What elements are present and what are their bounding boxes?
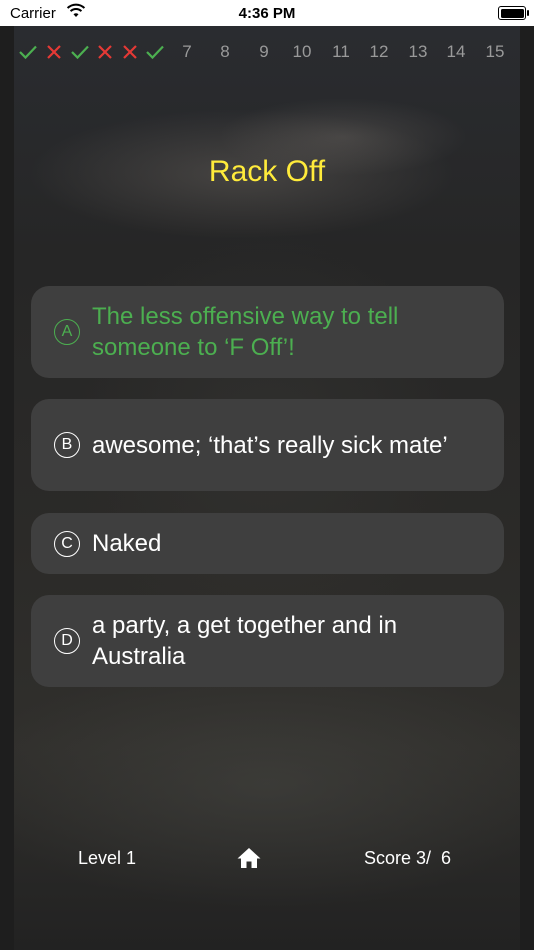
answer-option-b[interactable]: B awesome; ‘that’s really sick mate’ xyxy=(31,399,504,491)
question-number: 7 xyxy=(182,42,192,61)
correct-check-icon xyxy=(141,40,169,64)
question-number: 9 xyxy=(259,42,269,61)
question-title: Rack Off xyxy=(208,155,326,188)
question-number: 12 xyxy=(369,42,389,61)
status-bar: Carrier 4:36 PM xyxy=(0,0,534,26)
question-number: 10 xyxy=(292,42,312,61)
question-number: 14 xyxy=(446,42,466,61)
clock-time: 4:36 PM xyxy=(238,5,296,22)
option-c-badge: C xyxy=(54,530,80,557)
score-label: Score 3/ 6 xyxy=(364,848,452,868)
option-a-badge: A xyxy=(54,319,80,345)
battery-icon xyxy=(498,6,529,20)
question-number: 13 xyxy=(408,42,428,61)
option-b-badge: B xyxy=(54,432,80,458)
answer-text: awesome; ‘that’s really sick mate’ xyxy=(92,431,448,459)
question-number: 15 xyxy=(485,42,505,61)
answer-option-d[interactable]: D a party, a get together and in Austral… xyxy=(31,595,504,687)
level-label: Level 1 xyxy=(78,848,137,868)
wrong-cross-icon xyxy=(116,40,144,64)
answer-text: a party, a get together and in Australia xyxy=(92,612,398,670)
question-number: 11 xyxy=(332,42,350,61)
question-number: 8 xyxy=(220,42,230,61)
answer-text: Naked xyxy=(92,530,162,557)
option-d-badge: D xyxy=(54,628,80,654)
wrong-cross-icon xyxy=(91,40,119,64)
wrong-cross-icon xyxy=(40,40,68,64)
answer-option-c[interactable]: C Naked xyxy=(31,513,504,574)
correct-check-icon xyxy=(66,40,94,64)
answer-text: The less offensive way to tell someone t… xyxy=(92,303,399,361)
home-icon[interactable] xyxy=(236,846,262,875)
answer-option-a[interactable]: A The less offensive way to tell someone… xyxy=(31,286,504,378)
correct-check-icon xyxy=(14,40,42,64)
question-progress: 7 8 9 10 11 12 13 14 15 xyxy=(14,40,520,64)
